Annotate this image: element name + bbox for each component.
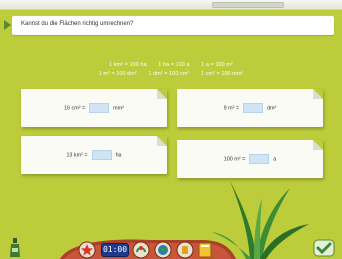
- formula: 1 km² = 100 ha: [109, 62, 147, 68]
- check-button-icon[interactable]: [313, 239, 335, 257]
- app-window: Kannst du die Flächen richtig umrechnen?…: [0, 0, 342, 259]
- task-card-3: 13 km² = ha: [21, 136, 167, 174]
- formula: 1 m² = 100 dm²: [98, 71, 137, 77]
- task-4: 100 m² = a: [177, 154, 323, 164]
- task-prefix: 100 m² =: [223, 156, 246, 163]
- task-prefix: 16 cm² =: [64, 105, 86, 112]
- answer-input[interactable]: [91, 150, 112, 160]
- help-button-icon[interactable]: [132, 241, 150, 259]
- formula: 1 dm² = 100 cm²: [148, 71, 190, 77]
- task-1: 16 cm² = mm²: [21, 103, 167, 113]
- task-unit: mm²: [113, 105, 124, 112]
- answer-input[interactable]: [249, 154, 270, 164]
- book-button-icon[interactable]: [198, 242, 212, 258]
- task-prefix: 9 m² =: [223, 105, 240, 112]
- task-unit: ha: [115, 152, 122, 159]
- star-button-icon[interactable]: [78, 241, 96, 259]
- answer-input[interactable]: [89, 103, 110, 113]
- formula: 1 a = 100 m²: [201, 62, 233, 68]
- task-2: 9 m² = dm²: [177, 103, 323, 113]
- globe-button-icon[interactable]: [154, 241, 172, 259]
- formula: 1 ha = 100 a: [158, 62, 190, 68]
- formula: 1 cm² = 100 mm²: [200, 71, 244, 77]
- task-card-1: 16 cm² = mm²: [21, 89, 167, 127]
- tool-button-icon[interactable]: [176, 241, 194, 259]
- answer-input[interactable]: [243, 103, 264, 113]
- task-unit: a: [273, 156, 277, 163]
- back-arrow-icon[interactable]: [4, 20, 11, 30]
- task-card-4: 100 m² = a: [177, 140, 323, 178]
- task-3: 13 km² = ha: [21, 150, 167, 160]
- question-text: Kannst du die Flächen richtig umrechnen?: [21, 21, 134, 27]
- timer-value: 01:00: [102, 245, 128, 254]
- task-prefix: 13 km² =: [66, 152, 88, 159]
- question-card: Kannst du die Flächen richtig umrechnen?: [12, 16, 334, 35]
- window-titlebar: [0, 0, 342, 10]
- bottle-decoration-icon: [10, 238, 20, 257]
- timer-display: 01:00: [101, 243, 129, 257]
- task-card-2: 9 m² = dm²: [177, 89, 323, 127]
- task-unit: dm²: [267, 105, 277, 112]
- formula-row-1: 1 km² = 100 ha 1 ha = 100 a 1 a = 100 m²: [0, 62, 342, 68]
- horizontal-scrollbar[interactable]: [212, 2, 284, 8]
- formula-row-2: 1 m² = 100 dm² 1 dm² = 100 cm² 1 cm² = 1…: [0, 71, 342, 77]
